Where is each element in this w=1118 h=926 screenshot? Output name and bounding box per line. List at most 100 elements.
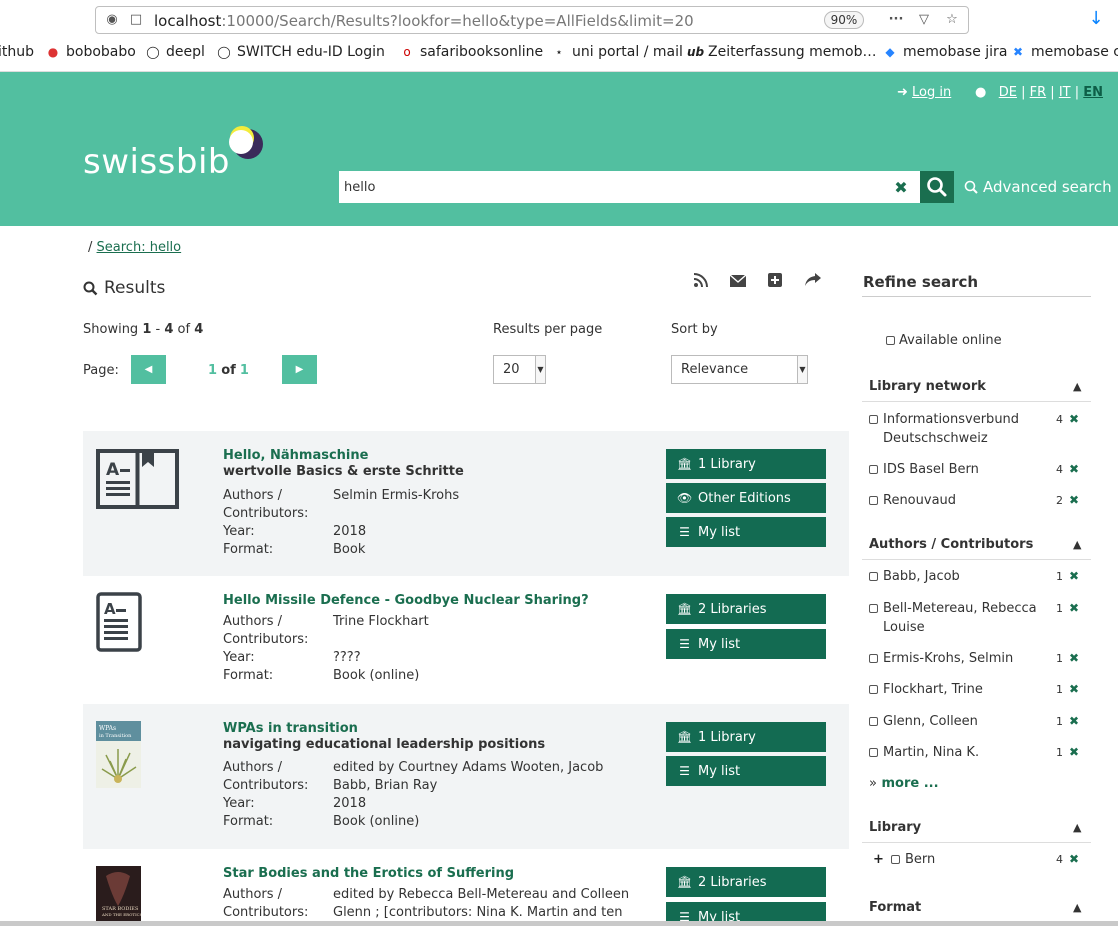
url-bar[interactable]: ◉ □ localhost:10000/Search/Results?lookf…: [95, 6, 969, 34]
login-text[interactable]: Log in: [912, 85, 951, 100]
checkbox[interactable]: [869, 572, 878, 581]
expand-icon[interactable]: +: [873, 850, 884, 869]
my-list-button[interactable]: ☰ My list: [666, 517, 826, 547]
checkbox[interactable]: [869, 717, 878, 726]
search-button[interactable]: [920, 171, 954, 203]
next-page-button[interactable]: ▶: [282, 355, 317, 384]
bookmark-github[interactable]: ithub: [0, 44, 34, 60]
language-switcher: ● DE | FR | IT | EN: [975, 85, 1104, 100]
facet-format-title[interactable]: Format: [869, 900, 921, 915]
search-input[interactable]: [343, 171, 883, 203]
collapse-icon[interactable]: ▲: [1073, 821, 1081, 834]
facet-item[interactable]: Glenn, Colleen 1 ✖: [869, 712, 1091, 731]
advanced-search-link[interactable]: Advanced search: [964, 178, 1112, 196]
results-title: Results: [104, 278, 166, 298]
facet-item[interactable]: Informationsverbund Deutschschweiz 4 ✖: [869, 410, 1091, 448]
svg-text:A: A: [106, 460, 120, 480]
add-icon[interactable]: [766, 272, 784, 290]
showing-to: 4: [164, 322, 174, 337]
bookmark-zeiterfassung[interactable]: ub Zeiterfassung memob…: [687, 44, 876, 60]
pocket-icon[interactable]: ▽: [916, 12, 932, 28]
star-icon[interactable]: ☆: [944, 12, 960, 28]
checkbox[interactable]: [869, 496, 878, 505]
checkbox[interactable]: [886, 336, 895, 345]
bookmark-memobase-confluence[interactable]: ✖ memobase co: [1010, 44, 1118, 60]
record-title-link[interactable]: WPAs in transition: [223, 721, 358, 736]
libraries-button[interactable]: 🏛 1 Library: [666, 722, 826, 752]
collapse-icon[interactable]: ▲: [1073, 901, 1081, 914]
more-actions-icon[interactable]: ···: [888, 12, 904, 28]
facet-library-network-title[interactable]: Library network: [869, 379, 986, 394]
libraries-button[interactable]: 🏛 1 Library: [666, 449, 826, 479]
zoom-level[interactable]: 90%: [824, 11, 864, 29]
checkbox[interactable]: [869, 748, 878, 757]
button-label: My list: [698, 524, 741, 540]
facet-item[interactable]: Martin, Nina K. 1 ✖: [869, 743, 1091, 762]
available-online-filter[interactable]: Available online: [886, 333, 1002, 348]
my-list-button[interactable]: ☰ My list: [666, 902, 826, 921]
checkbox[interactable]: [869, 654, 878, 663]
checkbox[interactable]: [869, 465, 878, 474]
download-icon[interactable]: ↓: [1086, 8, 1106, 30]
lang-de[interactable]: DE: [999, 85, 1017, 100]
url-text[interactable]: localhost:10000/Search/Results?lookfor=h…: [154, 12, 694, 30]
lang-fr[interactable]: FR: [1030, 85, 1047, 100]
exclude-icon[interactable]: ✖: [1069, 567, 1079, 586]
checkbox[interactable]: [869, 415, 878, 424]
record-title-link[interactable]: Hello Missile Defence - Goodbye Nuclear …: [223, 593, 589, 608]
facet-item[interactable]: Babb, Jacob 1 ✖: [869, 567, 1091, 586]
breadcrumb-search-link[interactable]: Search: hello: [97, 240, 182, 255]
libraries-button[interactable]: 🏛 2 Libraries: [666, 867, 826, 897]
collapse-icon[interactable]: ▲: [1073, 380, 1081, 393]
bookmark-safari[interactable]: o safaribooksonline: [399, 44, 543, 60]
login-link[interactable]: ➜ Log in: [897, 85, 951, 101]
exclude-icon[interactable]: ✖: [1069, 850, 1079, 869]
swissbib-logo[interactable]: swissbib: [83, 142, 230, 182]
sort-select[interactable]: Relevance ▼: [671, 355, 808, 384]
bookmark-deepl[interactable]: ◯ deepl: [145, 44, 205, 60]
email-icon[interactable]: [729, 272, 747, 290]
rss-icon[interactable]: [692, 272, 710, 290]
exclude-icon[interactable]: ✖: [1069, 712, 1079, 731]
facet-item[interactable]: Renouvaud 2 ✖: [869, 491, 1091, 510]
lang-it[interactable]: IT: [1059, 85, 1071, 100]
facet-item[interactable]: Ermis-Krohs, Selmin 1 ✖: [869, 649, 1091, 668]
record-title-link[interactable]: Hello, Nähmaschine: [223, 448, 368, 463]
my-list-button[interactable]: ☰ My list: [666, 756, 826, 786]
bookmark-label: bobobabo: [66, 44, 136, 60]
my-list-button[interactable]: ☰ My list: [666, 629, 826, 659]
bookmark-memobase-jira[interactable]: ◆ memobase jira: [882, 44, 1007, 60]
exclude-icon[interactable]: ✖: [1069, 410, 1079, 429]
record-title-link[interactable]: Star Bodies and the Erotics of Suffering: [223, 866, 514, 881]
collapse-icon[interactable]: ▲: [1073, 538, 1081, 551]
facet-item[interactable]: + Bern 4 ✖: [869, 850, 1091, 869]
more-authors-link[interactable]: » more ...: [869, 776, 939, 791]
exclude-icon[interactable]: ✖: [1069, 649, 1079, 668]
exclude-icon[interactable]: ✖: [1069, 743, 1079, 762]
results-per-page-select[interactable]: 20 ▼: [493, 355, 546, 384]
facet-item[interactable]: IDS Basel Bern 4 ✖: [869, 460, 1091, 479]
other-editions-button[interactable]: 👁 Other Editions: [666, 483, 826, 513]
checkbox[interactable]: [891, 855, 900, 864]
share-icon[interactable]: [804, 272, 822, 290]
facet-label: Glenn, Colleen: [869, 712, 1049, 731]
checkbox[interactable]: [869, 685, 878, 694]
lang-en[interactable]: EN: [1083, 85, 1103, 100]
exclude-icon[interactable]: ✖: [1069, 491, 1079, 510]
clear-search-icon[interactable]: ✖: [893, 178, 909, 197]
facet-item[interactable]: Flockhart, Trine 1 ✖: [869, 680, 1091, 699]
exclude-icon[interactable]: ✖: [1069, 680, 1079, 699]
libraries-button[interactable]: 🏛 2 Libraries: [666, 594, 826, 624]
bookmark-switch[interactable]: ◯ SWITCH edu-ID Login: [216, 44, 385, 60]
bookmark-uni-portal[interactable]: ⋆ uni portal / mail: [551, 44, 683, 60]
exclude-icon[interactable]: ✖: [1069, 460, 1079, 479]
shield-icon[interactable]: ◉: [104, 12, 120, 28]
facet-item[interactable]: Bell-Metereau, Rebecca Louise 1 ✖: [869, 599, 1091, 637]
results-per-page-value: 20: [503, 362, 520, 377]
facet-authors-title[interactable]: Authors / Contributors: [869, 537, 1033, 552]
prev-page-button[interactable]: ◀: [131, 355, 166, 384]
exclude-icon[interactable]: ✖: [1069, 599, 1079, 618]
checkbox[interactable]: [869, 604, 878, 613]
facet-library-title[interactable]: Library: [869, 820, 921, 835]
bookmark-bobobabo[interactable]: ● bobobabo: [45, 44, 136, 60]
